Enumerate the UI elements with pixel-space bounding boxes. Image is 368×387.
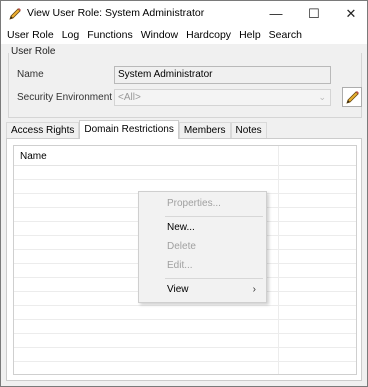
menu-help[interactable]: Help bbox=[235, 26, 265, 44]
list-row bbox=[14, 320, 356, 334]
context-menu-view[interactable]: View › bbox=[139, 281, 266, 299]
menu-window[interactable]: Window bbox=[137, 26, 182, 44]
context-menu: Properties... New... Delete Edit... View… bbox=[138, 191, 267, 303]
list-header: Name bbox=[14, 146, 356, 166]
name-field[interactable]: System Administrator bbox=[114, 66, 331, 84]
name-label: Name bbox=[17, 69, 44, 80]
tab-strip: Access Rights Domain Restrictions Member… bbox=[6, 120, 267, 139]
view-user-role-window: View User Role: System Administrator — ☐… bbox=[0, 0, 368, 387]
chevron-right-icon: › bbox=[252, 284, 256, 295]
column-header-name[interactable]: Name bbox=[20, 151, 47, 162]
context-menu-new[interactable]: New... bbox=[139, 219, 266, 237]
menu-search[interactable]: Search bbox=[265, 26, 306, 44]
security-environment-label: Security Environment bbox=[17, 92, 113, 103]
tab-notes[interactable]: Notes bbox=[230, 122, 267, 139]
list-row bbox=[14, 306, 356, 320]
menu-log[interactable]: Log bbox=[58, 26, 84, 44]
menu-user-role[interactable]: User Role bbox=[3, 26, 58, 44]
context-menu-separator bbox=[165, 216, 263, 217]
menu-bar: User Role Log Functions Window Hardcopy … bbox=[1, 26, 367, 44]
security-environment-select[interactable]: <All> ⌄ bbox=[114, 89, 331, 106]
context-menu-view-label: View bbox=[167, 284, 189, 295]
user-role-group-frame bbox=[8, 53, 362, 118]
tab-access-rights[interactable]: Access Rights bbox=[6, 122, 80, 139]
chevron-down-icon: ⌄ bbox=[318, 92, 326, 102]
list-row bbox=[14, 166, 356, 180]
close-button[interactable]: ✕ bbox=[334, 1, 368, 26]
pencil-icon bbox=[345, 90, 359, 104]
menu-hardcopy[interactable]: Hardcopy bbox=[182, 26, 235, 44]
context-menu-edit[interactable]: Edit... bbox=[139, 257, 266, 275]
menu-functions[interactable]: Functions bbox=[83, 26, 137, 44]
tab-members[interactable]: Members bbox=[178, 122, 231, 139]
context-menu-properties[interactable]: Properties... bbox=[139, 195, 266, 213]
column-separator bbox=[278, 146, 279, 374]
context-menu-separator bbox=[165, 278, 263, 279]
list-row bbox=[14, 334, 356, 348]
list-row bbox=[14, 348, 356, 362]
title-bar[interactable]: View User Role: System Administrator — ☐… bbox=[1, 1, 367, 26]
pencil-app-icon bbox=[9, 8, 21, 20]
context-menu-delete[interactable]: Delete bbox=[139, 238, 266, 256]
edit-security-environment-button[interactable] bbox=[342, 87, 362, 107]
tab-domain-restrictions[interactable]: Domain Restrictions bbox=[79, 120, 179, 139]
security-environment-value: <All> bbox=[118, 92, 141, 103]
minimize-button[interactable]: — bbox=[259, 1, 293, 26]
window-title: View User Role: System Administrator bbox=[27, 7, 205, 19]
maximize-button[interactable]: ☐ bbox=[297, 1, 331, 26]
